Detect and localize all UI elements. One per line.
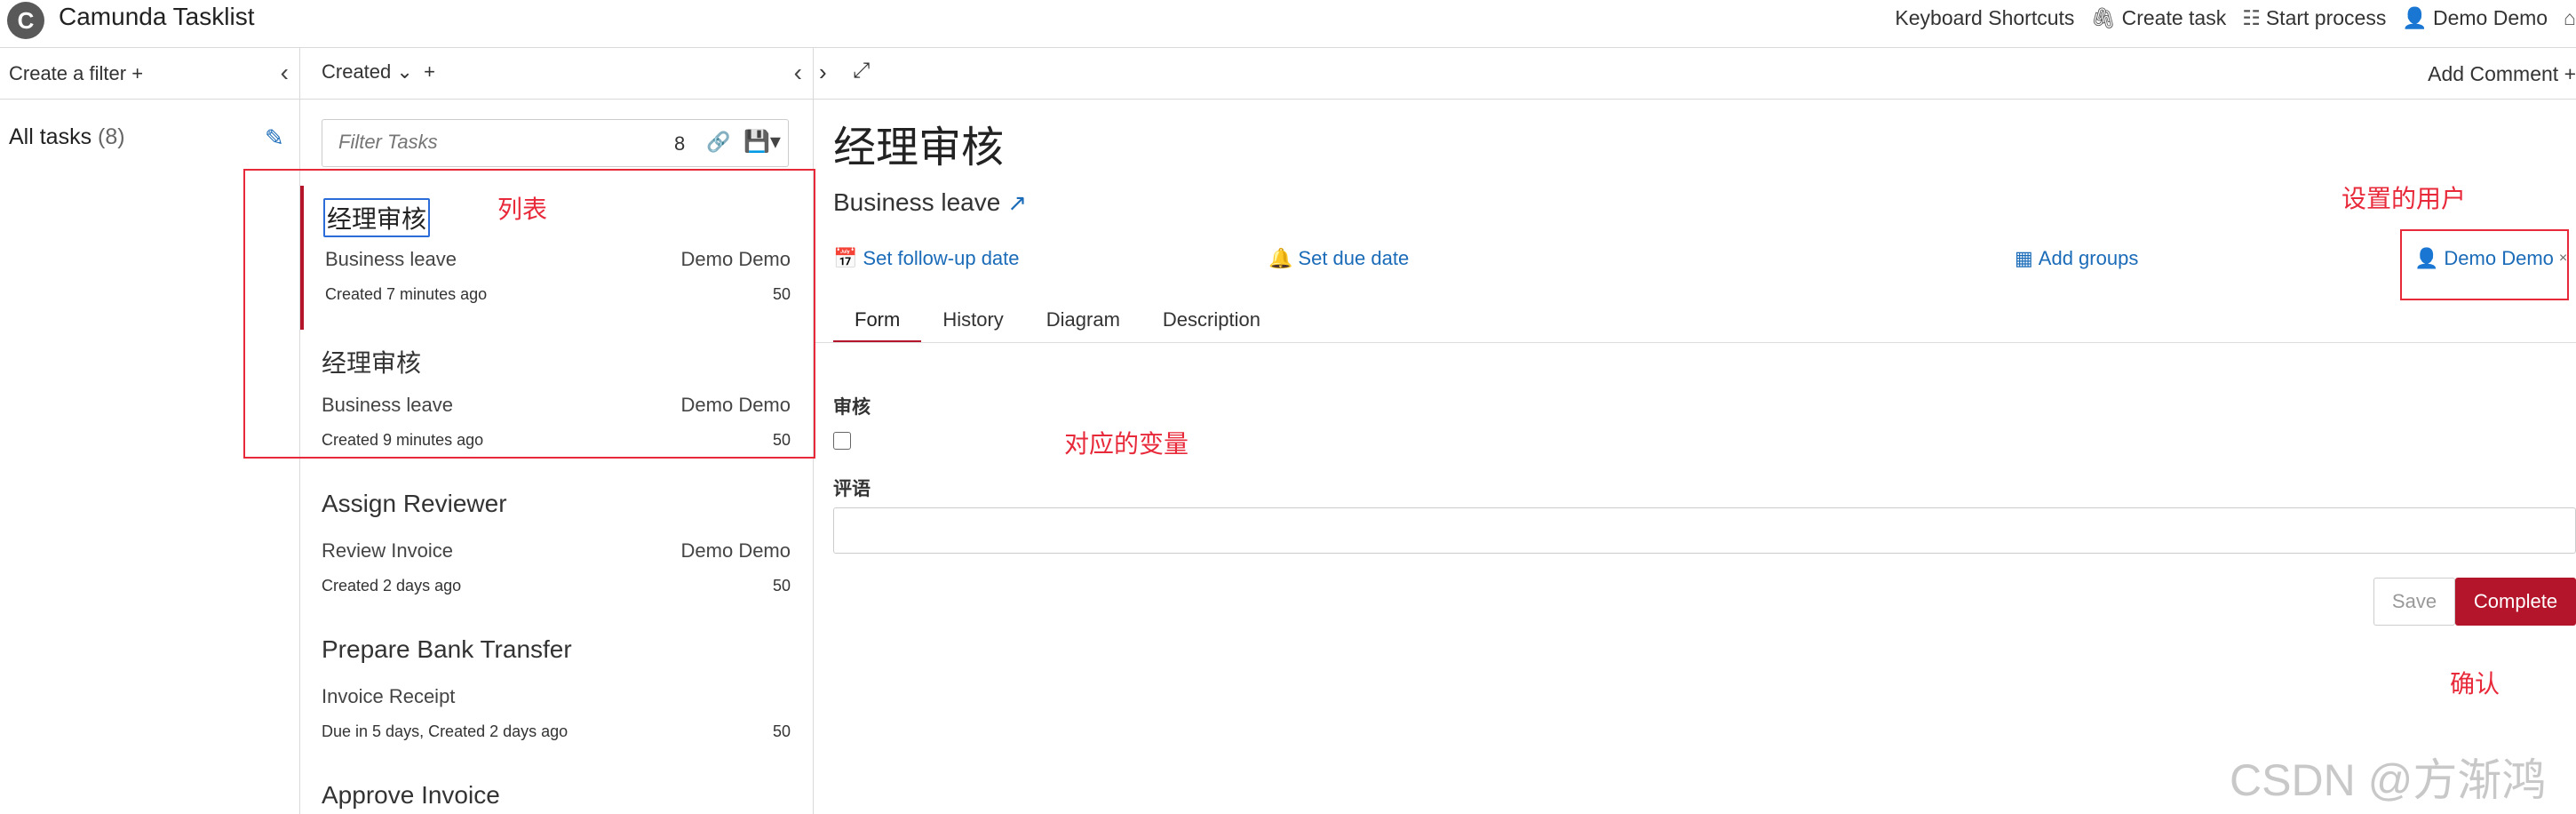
task-search-box: 8 🔗 💾▾ bbox=[322, 119, 789, 167]
calendar-icon: 📅 bbox=[833, 247, 858, 269]
filter-item-all-tasks[interactable]: All tasks (8) bbox=[9, 124, 125, 150]
task-list-item[interactable]: Approve Invoice bbox=[300, 769, 814, 814]
grid-icon: ▦ bbox=[2015, 247, 2033, 269]
bell-icon: 🔔 bbox=[1268, 247, 1293, 269]
detail-header: › ⤢ Add Comment + bbox=[814, 48, 2576, 100]
add-groups-link[interactable]: ▦ Add groups bbox=[2015, 247, 2138, 270]
external-link-icon: ↗ bbox=[1007, 188, 1028, 216]
groups-label: Add groups bbox=[2038, 247, 2139, 269]
annotation-confirm: 确认 bbox=[2450, 670, 2500, 698]
collapse-filters-chevron-left-icon[interactable]: ‹ bbox=[281, 60, 289, 85]
start-process-link[interactable]: ☷ Start process bbox=[2242, 6, 2386, 30]
annotation-variables: 对应的变量 bbox=[1064, 430, 1189, 458]
start-process-label: Start process bbox=[2265, 5, 2387, 29]
add-comment-button[interactable]: Add Comment + bbox=[2428, 62, 2576, 86]
top-nav: Keyboard Shortcuts 🖇 Create task ☷ Start… bbox=[1895, 4, 2576, 32]
user-menu[interactable]: 👤 Demo Demo bbox=[2402, 6, 2548, 30]
task-assignee: Demo Demo bbox=[680, 539, 791, 562]
detail-tabs: Form History Diagram Description bbox=[833, 302, 1282, 343]
top-bar: C Camunda Tasklist Keyboard Shortcuts 🖇 … bbox=[0, 0, 2576, 48]
annotation-box-user bbox=[2400, 229, 2569, 300]
watermark: CSDN @方渐鸿 bbox=[2230, 755, 2547, 805]
tab-form[interactable]: Form bbox=[833, 302, 922, 343]
filters-header: Create a filter + ‹ bbox=[0, 48, 299, 100]
sort-dropdown[interactable]: Created ⌄ + bbox=[322, 60, 435, 84]
add-sort-plus-icon[interactable]: + bbox=[418, 60, 435, 83]
chevron-down-icon: ⌄ bbox=[396, 60, 413, 83]
create-task-link[interactable]: 🖇 Create task bbox=[2090, 6, 2226, 30]
task-title: 经理审核 bbox=[833, 124, 1005, 172]
user-icon: 👤 bbox=[2402, 5, 2428, 29]
add-comment-label: Add Comment bbox=[2428, 62, 2559, 85]
task-created: Due in 5 days, Created 2 days ago bbox=[322, 722, 568, 740]
plus-icon: + bbox=[131, 61, 144, 84]
task-count: 8 bbox=[674, 132, 686, 155]
create-filter-label: Create a filter bbox=[9, 61, 127, 84]
approval-checkbox-label: 审核 bbox=[833, 397, 871, 418]
comment-field-label: 评语 bbox=[833, 479, 871, 499]
follow-up-label: Set follow-up date bbox=[863, 247, 1020, 269]
set-follow-up-date-link[interactable]: 📅 Set follow-up date bbox=[833, 247, 1020, 270]
filter-item-count: (8) bbox=[98, 124, 125, 149]
chevron-right-icon[interactable]: › bbox=[819, 59, 827, 86]
create-filter-button[interactable]: Create a filter + bbox=[9, 62, 143, 85]
task-name: Approve Invoice bbox=[322, 781, 500, 809]
user-menu-label: Demo Demo bbox=[2432, 5, 2548, 29]
save-search-floppy-icon[interactable]: 💾▾ bbox=[743, 129, 781, 155]
task-priority: 50 bbox=[772, 577, 791, 595]
tasklist-window: C Camunda Tasklist Keyboard Shortcuts 🖇 … bbox=[0, 0, 2576, 814]
process-name: Business leave bbox=[833, 188, 1001, 216]
link-icon[interactable]: 🔗 bbox=[706, 131, 730, 154]
filter-tasks-input[interactable] bbox=[338, 131, 640, 154]
keyboard-shortcuts-label: Keyboard Shortcuts bbox=[1895, 5, 2075, 29]
task-name: Prepare Bank Transfer bbox=[322, 635, 572, 663]
tab-description[interactable]: Description bbox=[1141, 302, 1282, 343]
task-created: Created 2 days ago bbox=[322, 577, 462, 595]
app-title[interactable]: Camunda Tasklist bbox=[59, 2, 254, 32]
sort-label: Created bbox=[322, 60, 392, 83]
approval-checkbox[interactable] bbox=[833, 432, 851, 450]
collapse-list-chevron-left-icon[interactable]: ‹ bbox=[794, 60, 802, 85]
list-header: Created ⌄ + ‹ bbox=[300, 48, 813, 100]
fullscreen-icon[interactable]: ⤢ bbox=[853, 59, 870, 84]
plus-icon: + bbox=[2564, 62, 2576, 85]
task-list-item[interactable]: Prepare Bank Transfer Invoice Receipt Du… bbox=[300, 623, 814, 767]
home-icon: ⌂ bbox=[2564, 5, 2576, 29]
task-process: Invoice Receipt bbox=[322, 685, 456, 707]
task-list-item[interactable]: Assign Reviewer Review Invoice Demo Demo… bbox=[300, 477, 814, 621]
process-link[interactable]: Business leave ↗ bbox=[833, 188, 1027, 217]
task-name: Assign Reviewer bbox=[322, 490, 507, 517]
tab-diagram[interactable]: Diagram bbox=[1025, 302, 1141, 343]
annotation-list: 列表 bbox=[497, 196, 548, 223]
save-button[interactable]: Save bbox=[2373, 578, 2455, 626]
keyboard-shortcuts-link[interactable]: Keyboard Shortcuts bbox=[1895, 6, 2074, 30]
tab-divider bbox=[814, 342, 2576, 343]
edit-filter-pencil-icon[interactable]: ✎ bbox=[265, 124, 284, 152]
complete-button[interactable]: Complete bbox=[2455, 578, 2576, 626]
annotation-user: 设置的用户 bbox=[2341, 185, 2467, 212]
comment-field[interactable] bbox=[833, 507, 2576, 554]
task-priority: 50 bbox=[772, 722, 791, 740]
set-due-date-link[interactable]: 🔔 Set due date bbox=[1268, 247, 1409, 270]
camunda-logo-icon[interactable]: C bbox=[7, 2, 44, 39]
home-link[interactable]: ⌂ bbox=[2564, 6, 2576, 30]
due-label: Set due date bbox=[1298, 247, 1410, 269]
filter-item-label: All tasks bbox=[9, 124, 92, 149]
tab-history[interactable]: History bbox=[921, 302, 1024, 343]
task-process: Review Invoice bbox=[322, 539, 453, 562]
list-icon: ☷ bbox=[2242, 5, 2261, 29]
create-task-label: Create task bbox=[2121, 5, 2227, 29]
paperclip-icon: 🖇 bbox=[2090, 5, 2117, 29]
